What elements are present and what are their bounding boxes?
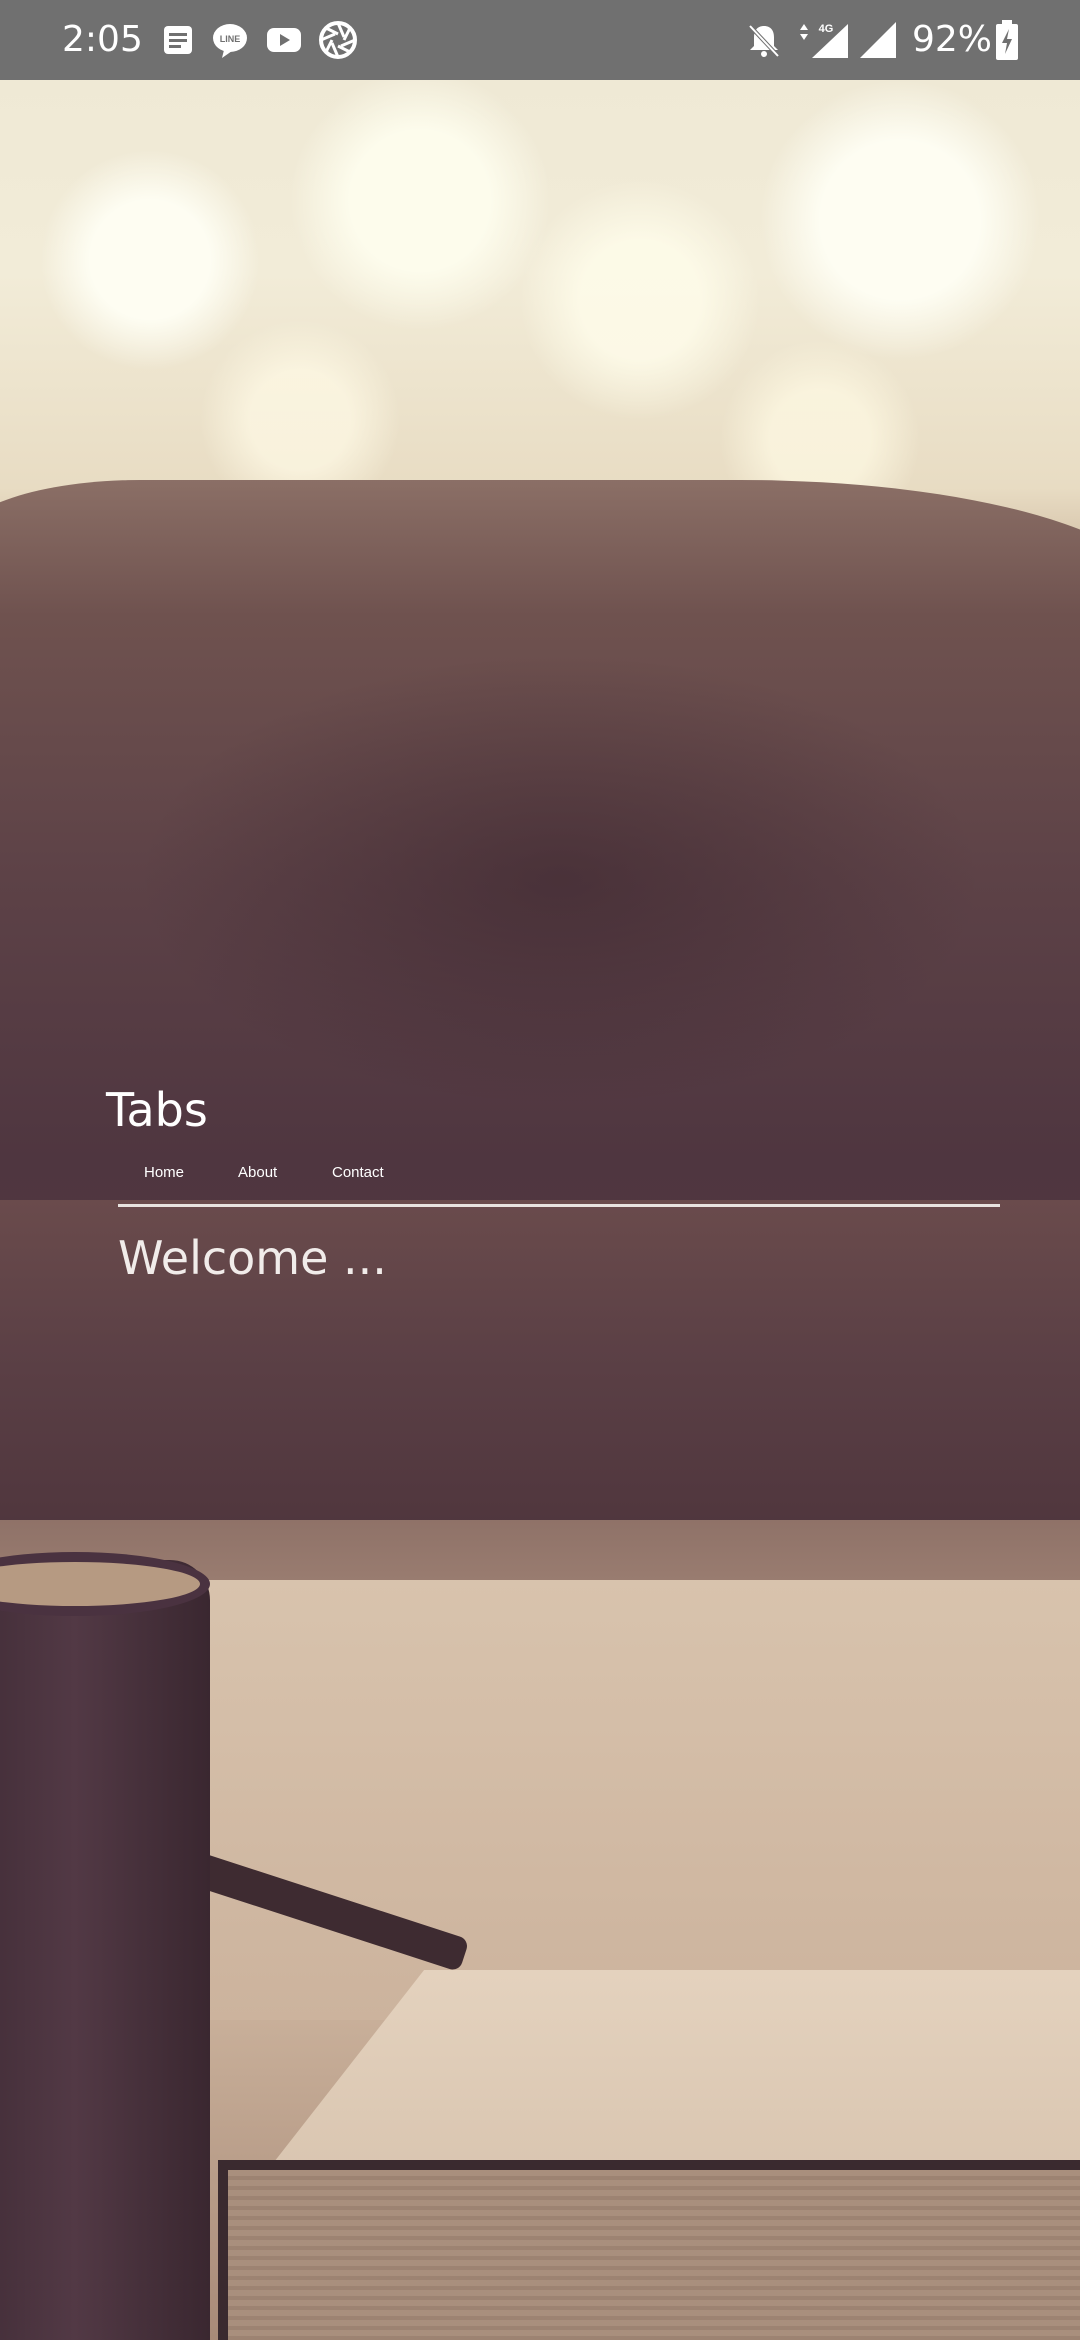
welcome-text: Welcome ... (118, 1231, 387, 1285)
notifications-off-icon (744, 20, 784, 60)
battery-charging-icon (994, 20, 1020, 60)
svg-text:LINE: LINE (220, 34, 241, 44)
line-app-icon: LINE (210, 20, 250, 60)
tab-contact[interactable]: Contact (332, 1148, 384, 1198)
tab-bar: Home About Contact (118, 1148, 1000, 1207)
cellular-signal-icon (858, 20, 898, 60)
camera-aperture-icon (318, 20, 358, 60)
tab-home[interactable]: Home (144, 1148, 184, 1198)
network-type-label: 4G (819, 23, 834, 35)
status-bar: 2:05 LINE 4G 92% (0, 0, 1080, 80)
page-title: Tabs (106, 1083, 208, 1137)
battery-percent: 92% (912, 19, 993, 60)
status-time: 2:05 (62, 19, 143, 60)
youtube-icon (264, 20, 304, 60)
tab-about[interactable]: About (238, 1148, 277, 1198)
mobile-data-signal-icon: 4G (796, 20, 850, 60)
tab-panel-home: Welcome ... (118, 1228, 1000, 1288)
message-notification-icon (158, 20, 198, 60)
app-content: Tabs Home About Contact Welcome ... (0, 80, 1080, 2340)
